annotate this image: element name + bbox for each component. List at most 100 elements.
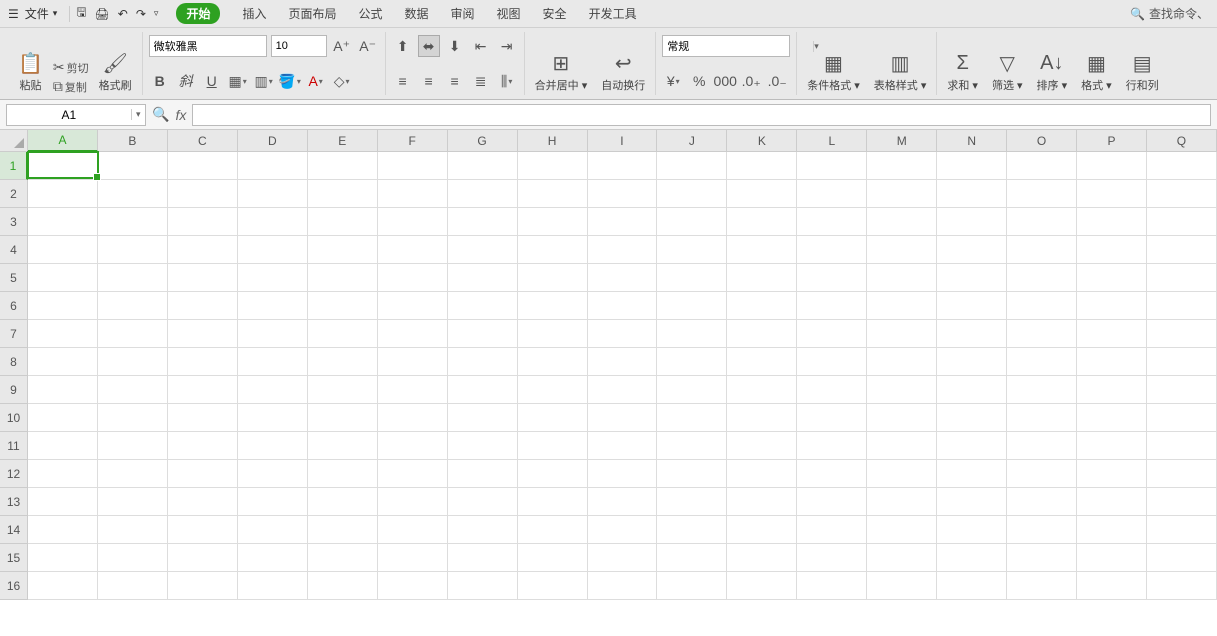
cell[interactable] — [867, 376, 937, 404]
cell[interactable] — [378, 404, 448, 432]
cell[interactable] — [727, 516, 797, 544]
cell[interactable] — [937, 404, 1007, 432]
cell[interactable] — [1077, 432, 1147, 460]
cell[interactable] — [308, 264, 378, 292]
cell[interactable] — [98, 432, 168, 460]
cell[interactable] — [867, 208, 937, 236]
cell[interactable] — [657, 320, 727, 348]
file-menu[interactable]: 文件 ▾ — [25, 5, 58, 22]
cell[interactable] — [657, 488, 727, 516]
cell[interactable] — [1077, 264, 1147, 292]
cell[interactable] — [308, 180, 378, 208]
cell[interactable] — [588, 152, 658, 180]
cell[interactable] — [448, 236, 518, 264]
column-header[interactable]: M — [867, 130, 937, 152]
cell[interactable] — [588, 432, 658, 460]
cell[interactable] — [518, 544, 588, 572]
column-header[interactable]: A — [28, 130, 98, 152]
row-header[interactable]: 13 — [0, 488, 28, 516]
cell[interactable] — [867, 180, 937, 208]
cell[interactable] — [168, 432, 238, 460]
cell[interactable] — [238, 348, 308, 376]
cell[interactable] — [727, 544, 797, 572]
cell[interactable] — [448, 320, 518, 348]
cell[interactable] — [1007, 460, 1077, 488]
cell[interactable] — [1007, 376, 1077, 404]
sort-button[interactable]: A↓ 排序 ▾ — [1033, 47, 1072, 95]
cell[interactable] — [238, 292, 308, 320]
row-header[interactable]: 2 — [0, 180, 28, 208]
cell[interactable] — [867, 460, 937, 488]
bold-button[interactable]: B — [149, 70, 171, 92]
cell[interactable] — [588, 208, 658, 236]
chevron-down-icon[interactable]: ▾ — [131, 109, 145, 120]
cell[interactable] — [1007, 572, 1077, 600]
name-box[interactable]: ▾ — [6, 104, 146, 126]
cell[interactable] — [168, 460, 238, 488]
increase-decimal-icon[interactable]: .0₊ — [740, 70, 762, 92]
cell[interactable] — [588, 180, 658, 208]
cell[interactable] — [867, 544, 937, 572]
cell[interactable] — [937, 572, 1007, 600]
cell[interactable] — [168, 516, 238, 544]
cell[interactable] — [1147, 404, 1217, 432]
cell[interactable] — [238, 320, 308, 348]
row-header[interactable]: 10 — [0, 404, 28, 432]
cell[interactable] — [937, 264, 1007, 292]
column-header[interactable]: N — [937, 130, 1007, 152]
cell[interactable] — [378, 180, 448, 208]
cell[interactable] — [588, 348, 658, 376]
table-style-button[interactable]: ▥ 表格样式 ▾ — [870, 47, 931, 95]
cell[interactable] — [1147, 180, 1217, 208]
cell[interactable] — [378, 320, 448, 348]
column-header[interactable]: C — [168, 130, 238, 152]
cell[interactable] — [448, 460, 518, 488]
cell[interactable] — [518, 180, 588, 208]
cell[interactable] — [1077, 320, 1147, 348]
cell[interactable] — [378, 516, 448, 544]
column-header[interactable]: D — [238, 130, 308, 152]
cell[interactable] — [98, 236, 168, 264]
cell[interactable] — [657, 516, 727, 544]
fx-icon[interactable]: fx — [175, 107, 186, 123]
cell[interactable] — [98, 516, 168, 544]
cell[interactable] — [1077, 460, 1147, 488]
decrease-indent-icon[interactable]: ⇤ — [470, 35, 492, 57]
cell[interactable] — [867, 404, 937, 432]
cell-reference-input[interactable] — [7, 108, 131, 122]
row-header[interactable]: 11 — [0, 432, 28, 460]
cell[interactable] — [867, 264, 937, 292]
eraser-button[interactable]: ◇ — [331, 70, 353, 92]
cell[interactable] — [168, 236, 238, 264]
cell[interactable] — [28, 572, 98, 600]
cell[interactable] — [588, 264, 658, 292]
cell[interactable] — [28, 460, 98, 488]
cell[interactable] — [238, 432, 308, 460]
row-header[interactable]: 3 — [0, 208, 28, 236]
cell[interactable] — [1147, 320, 1217, 348]
cell[interactable] — [937, 320, 1007, 348]
cell[interactable] — [727, 236, 797, 264]
row-header[interactable]: 7 — [0, 320, 28, 348]
cell[interactable] — [1147, 488, 1217, 516]
cell[interactable] — [378, 236, 448, 264]
cell[interactable] — [797, 404, 867, 432]
currency-icon[interactable]: ¥ — [662, 70, 684, 92]
cell[interactable] — [588, 376, 658, 404]
cell[interactable] — [867, 488, 937, 516]
cell[interactable] — [657, 432, 727, 460]
cell[interactable] — [518, 516, 588, 544]
cell[interactable] — [1007, 236, 1077, 264]
cell[interactable] — [1147, 208, 1217, 236]
cell[interactable] — [937, 152, 1007, 180]
cell[interactable] — [518, 572, 588, 600]
cell[interactable] — [1007, 348, 1077, 376]
cell[interactable] — [797, 488, 867, 516]
redo-icon[interactable]: ↷ — [136, 7, 146, 21]
percent-icon[interactable]: % — [688, 70, 710, 92]
cell[interactable] — [448, 432, 518, 460]
cell[interactable] — [1077, 572, 1147, 600]
font-name-combo[interactable]: ▾ — [149, 35, 267, 57]
column-header[interactable]: L — [797, 130, 867, 152]
cell[interactable] — [1077, 180, 1147, 208]
